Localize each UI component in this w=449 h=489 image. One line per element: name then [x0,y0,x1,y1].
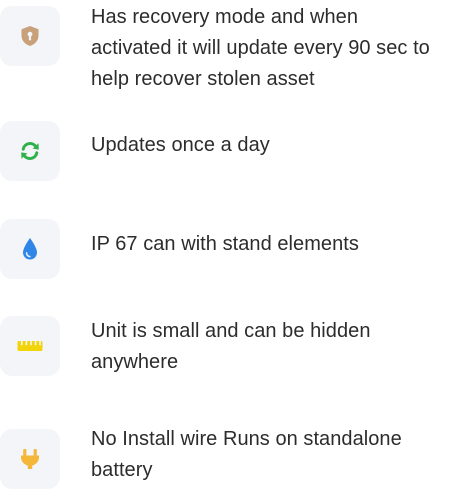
feature-text: Updates once a day [91,134,270,156]
feature-text: Has recovery mode and when activated it … [91,6,430,90]
feature-text: Unit is small and can be hidden anywhere [91,320,371,373]
refresh-icon [0,121,60,181]
ruler-icon [0,316,60,376]
shield-lock-icon [0,6,60,66]
water-drop-icon [0,219,60,279]
plug-icon [0,429,60,489]
feature-text: No Install wire Runs on standalone batte… [91,428,402,481]
feature-text: IP 67 can with stand elements [91,233,359,255]
